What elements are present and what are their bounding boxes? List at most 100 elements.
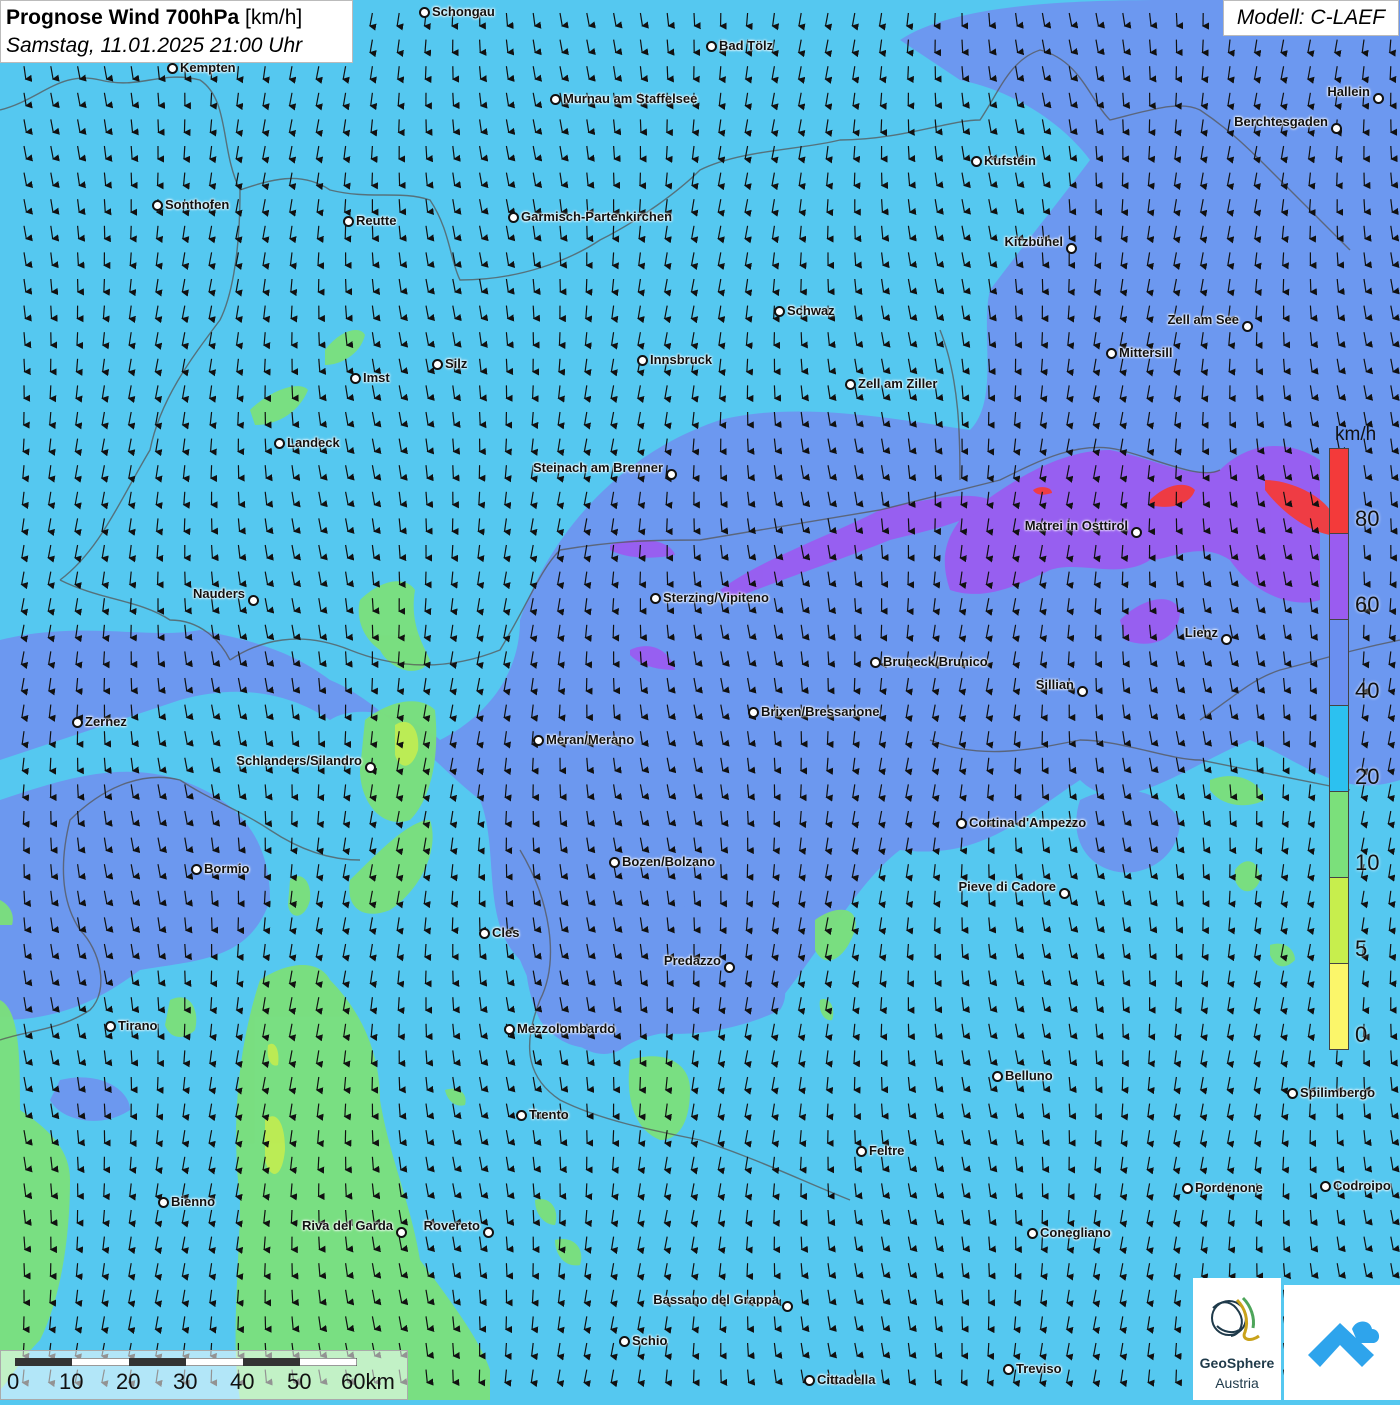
wind-arrow (854, 1050, 855, 1063)
wind-arrow (319, 705, 320, 718)
wind-arrow (935, 997, 936, 1010)
wind-arrow (292, 1290, 293, 1303)
wind-arrow (774, 838, 775, 851)
color-legend: km/h 806040201050 (1327, 418, 1387, 1052)
wind-arrow (1150, 971, 1151, 984)
city-marker (516, 1110, 527, 1121)
wind-arrow (372, 678, 373, 691)
city-marker (432, 359, 443, 370)
wind-arrow (77, 332, 78, 345)
legend-swatch (1329, 878, 1349, 964)
city-label: Cortina d'Ampezzo (969, 815, 1086, 830)
city-marker (274, 438, 285, 449)
wind-arrow (398, 997, 399, 1010)
wind-arrow (721, 864, 722, 877)
wind-arrow (800, 1157, 801, 1170)
wind-arrow (1310, 651, 1311, 664)
wind-arrow (77, 1237, 78, 1250)
wind-arrow (1364, 199, 1365, 212)
wind-arrow (1123, 119, 1124, 132)
city-label: Bad Tölz (719, 38, 773, 53)
city-label: Sonthofen (165, 197, 229, 212)
wind-arrow (935, 465, 936, 478)
geosphere-logo[interactable]: GeoSphere Austria (1193, 1278, 1281, 1400)
wind-arrow (453, 997, 454, 1010)
wind-arrow (1176, 13, 1177, 26)
city-marker (609, 857, 620, 868)
wind-arrow (452, 545, 453, 558)
wind-arrow (1042, 784, 1043, 797)
city-label: Reutte (356, 213, 396, 228)
city-marker (774, 306, 785, 317)
wind-arrow (1230, 811, 1231, 824)
wind-arrow (533, 1210, 534, 1223)
city-marker (1077, 686, 1088, 697)
wind-arrow (265, 359, 266, 372)
wind-arrow (1202, 944, 1203, 957)
model-label: Modell: C-LAEF (1223, 0, 1399, 36)
wind-arrow (988, 439, 989, 452)
wind-arrow (345, 731, 346, 744)
wind-arrow (1016, 306, 1017, 319)
wind-arrow (1256, 1210, 1257, 1223)
wind-arrow (291, 1210, 292, 1223)
city-label: Cles (492, 925, 519, 940)
wind-arrow (1096, 1050, 1097, 1063)
wind-arrow (934, 545, 935, 558)
wind-arrow (184, 518, 185, 531)
wind-arrow (480, 944, 481, 957)
weather-app-logo[interactable] (1284, 1285, 1400, 1400)
legend-label: 10 (1355, 850, 1379, 876)
wind-arrow (104, 731, 105, 744)
wind-arrow (801, 332, 802, 345)
wind-arrow (130, 598, 131, 611)
city-label: Schongau (432, 4, 495, 19)
city-label: Nauders (193, 586, 245, 601)
wind-arrow (238, 492, 239, 505)
wind-arrow (24, 1263, 25, 1276)
legend-label: 80 (1355, 506, 1379, 532)
city-label: Bienno (171, 1194, 215, 1209)
city-marker (350, 373, 361, 384)
wind-arrow (935, 93, 936, 106)
wind-arrow (961, 492, 962, 505)
city-label: Schwaz (787, 303, 835, 318)
wind-arrow (24, 891, 25, 904)
scale-bar: 0102030405060km (0, 1350, 408, 1400)
wind-arrow (346, 651, 347, 664)
wind-arrow (1337, 173, 1338, 186)
city-marker (483, 1227, 494, 1238)
city-label: Pordenone (1195, 1180, 1263, 1195)
wind-arrow (748, 439, 749, 452)
wind-arrow (345, 1104, 346, 1117)
city-marker (971, 156, 982, 167)
city-label: Pieve di Cadore (958, 879, 1056, 894)
wind-arrow (425, 66, 426, 79)
wind-arrow (800, 252, 801, 265)
map-title-unit: [km/h] (245, 6, 302, 29)
city-marker (1221, 634, 1232, 645)
wind-arrow (908, 518, 909, 531)
wind-arrow (238, 944, 239, 957)
city-marker (1373, 93, 1384, 104)
wind-arrow (1363, 119, 1364, 132)
city-marker (167, 63, 178, 74)
wind-arrow (1230, 439, 1231, 452)
wind-arrow (480, 1316, 481, 1329)
wind-arrow (131, 1050, 132, 1063)
city-label: Codroipo (1333, 1178, 1391, 1193)
city-label: Lienz (1185, 625, 1218, 640)
wind-arrow (1042, 252, 1043, 265)
wind-arrow (1069, 731, 1070, 744)
wind-arrow (1015, 385, 1016, 398)
geosphere-name: GeoSphere (1193, 1355, 1281, 1371)
legend-colorbar (1329, 448, 1349, 1050)
city-marker (1106, 348, 1117, 359)
city-label: Tirano (118, 1018, 158, 1033)
wind-arrow (774, 1210, 775, 1223)
city-marker (396, 1227, 407, 1238)
city-marker (804, 1375, 815, 1386)
wind-arrow (1337, 1130, 1338, 1143)
wind-arrow (559, 705, 560, 718)
city-label: Feltre (869, 1143, 904, 1158)
